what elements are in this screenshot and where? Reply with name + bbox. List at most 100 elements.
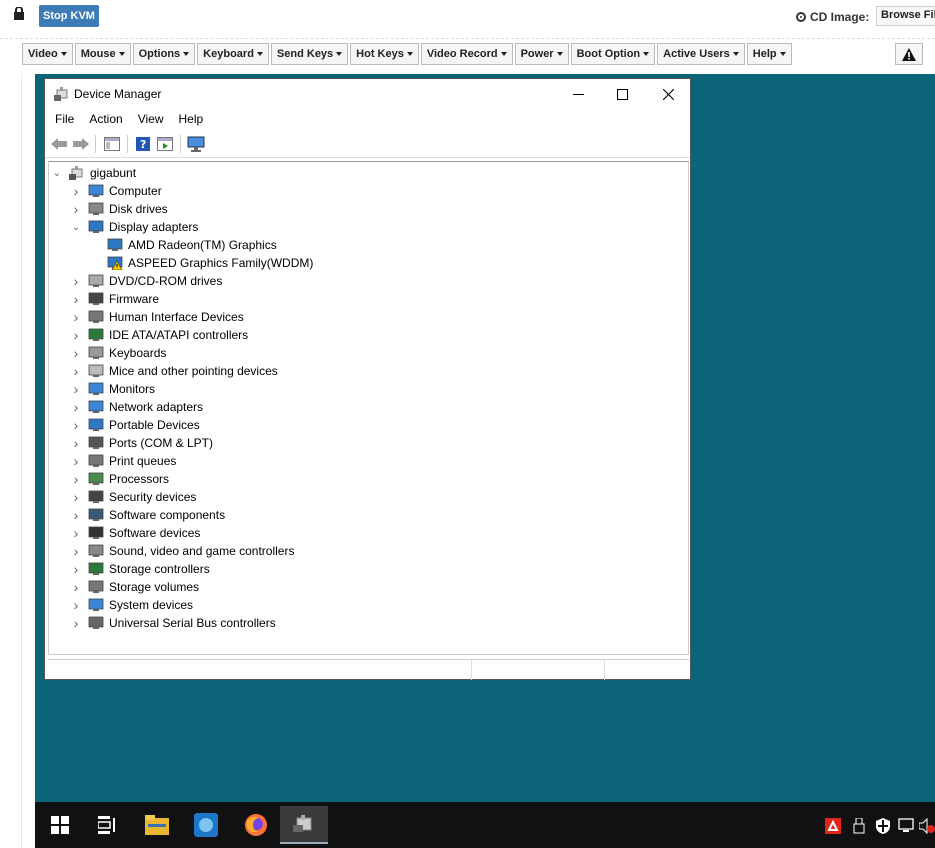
tree-item[interactable]: System devices bbox=[88, 596, 193, 614]
menu-hot-keys[interactable]: Hot Keys bbox=[350, 43, 419, 65]
menu-send-keys[interactable]: Send Keys bbox=[270, 43, 349, 65]
cd-image-text: CD Image: bbox=[810, 10, 870, 24]
expand-chevron-icon[interactable]: › bbox=[71, 308, 81, 326]
title-bar[interactable]: Device Manager bbox=[45, 79, 690, 109]
software-component-icon bbox=[88, 508, 104, 522]
expand-chevron-icon[interactable]: › bbox=[71, 596, 81, 614]
remote-app-icon[interactable] bbox=[191, 810, 221, 840]
expand-chevron-icon[interactable]: › bbox=[71, 398, 81, 416]
browse-file-button[interactable]: Browse File bbox=[876, 6, 935, 26]
show-hide-console-button[interactable] bbox=[103, 135, 121, 153]
tree-item[interactable]: Human Interface Devices bbox=[88, 308, 244, 326]
tree-item[interactable]: Security devices bbox=[88, 488, 196, 506]
tree-item[interactable]: Storage controllers bbox=[88, 560, 210, 578]
device-manager-icon bbox=[54, 87, 68, 101]
menu-view[interactable]: View bbox=[128, 109, 169, 129]
back-button[interactable] bbox=[50, 135, 68, 153]
expand-chevron-icon[interactable]: › bbox=[71, 470, 81, 488]
properties-button[interactable] bbox=[156, 135, 174, 153]
tree-root[interactable]: gigabunt bbox=[69, 164, 136, 182]
tree-item[interactable]: Mice and other pointing devices bbox=[88, 362, 278, 380]
tree-item[interactable]: Print queues bbox=[88, 452, 176, 470]
expand-chevron-icon[interactable]: › bbox=[71, 290, 81, 308]
tree-item[interactable]: Software devices bbox=[88, 524, 200, 542]
menu-action[interactable]: Action bbox=[79, 109, 127, 129]
tree-item-label: Storage volumes bbox=[109, 580, 200, 594]
kvm-top-bar: Stop KVM CD Image: Browse File bbox=[0, 0, 935, 36]
security-shield-icon[interactable] bbox=[875, 818, 891, 834]
file-explorer-icon[interactable] bbox=[142, 810, 172, 840]
expand-chevron-icon[interactable]: › bbox=[71, 434, 81, 452]
device-manager-taskbar-icon[interactable] bbox=[280, 806, 328, 844]
tree-item[interactable]: Monitors bbox=[88, 380, 155, 398]
collapse-chevron-icon[interactable]: ⌄ bbox=[71, 218, 81, 236]
tree-item[interactable]: Portable Devices bbox=[88, 416, 200, 434]
expand-chevron-icon[interactable]: › bbox=[71, 200, 81, 218]
firefox-icon[interactable] bbox=[241, 810, 271, 840]
tree-item[interactable]: Software components bbox=[88, 506, 225, 524]
expand-chevron-icon[interactable]: › bbox=[71, 452, 81, 470]
expand-chevron-icon[interactable]: › bbox=[71, 182, 81, 200]
tree-item[interactable]: Ports (COM & LPT) bbox=[88, 434, 213, 452]
tree-item[interactable]: Firmware bbox=[88, 290, 159, 308]
tree-item[interactable]: Computer bbox=[88, 182, 162, 200]
stop-kvm-button[interactable]: Stop KVM bbox=[39, 5, 99, 27]
warning-button[interactable] bbox=[895, 43, 923, 65]
expand-chevron-icon[interactable]: › bbox=[71, 416, 81, 434]
usb-icon bbox=[88, 616, 104, 630]
tree-item-label: Sound, video and game controllers bbox=[109, 544, 295, 558]
windows-start-icon[interactable] bbox=[45, 810, 75, 840]
speaker-muted-icon[interactable] bbox=[918, 817, 935, 835]
close-button[interactable] bbox=[645, 79, 691, 109]
expand-chevron-icon[interactable]: › bbox=[71, 380, 81, 398]
tree-item[interactable]: IDE ATA/ATAPI controllers bbox=[88, 326, 248, 344]
tree-item[interactable]: Processors bbox=[88, 470, 169, 488]
menu-video-record[interactable]: Video Record bbox=[420, 43, 513, 65]
menu-keyboard[interactable]: Keyboard bbox=[197, 43, 269, 65]
tree-item[interactable]: Network adapters bbox=[88, 398, 203, 416]
arrow-left-icon bbox=[51, 138, 67, 150]
collapse-chevron-icon[interactable]: ⌄ bbox=[52, 164, 62, 182]
menu-power[interactable]: Power bbox=[514, 43, 569, 65]
tree-item[interactable]: Universal Serial Bus controllers bbox=[88, 614, 276, 632]
tree-item-label: IDE ATA/ATAPI controllers bbox=[109, 328, 249, 342]
tree-subitem[interactable]: ASPEED Graphics Family(WDDM) bbox=[107, 254, 313, 272]
expand-chevron-icon[interactable]: › bbox=[71, 542, 81, 560]
expand-chevron-icon[interactable]: › bbox=[71, 614, 81, 632]
menu-help-dm[interactable]: Help bbox=[169, 109, 209, 129]
expand-chevron-icon[interactable]: › bbox=[71, 272, 81, 290]
properties-icon bbox=[157, 137, 173, 151]
network-tray-icon[interactable] bbox=[897, 818, 915, 832]
scan-hardware-button[interactable] bbox=[187, 135, 205, 153]
tree-item[interactable]: Keyboards bbox=[88, 344, 166, 362]
help-button[interactable]: ? bbox=[134, 135, 152, 153]
menu-options[interactable]: Options bbox=[132, 43, 196, 65]
minimize-button[interactable] bbox=[555, 79, 601, 109]
caret-down-icon bbox=[60, 52, 67, 56]
menu-boot-option[interactable]: Boot Option bbox=[570, 43, 656, 65]
expand-chevron-icon[interactable]: › bbox=[71, 578, 81, 596]
expand-chevron-icon[interactable]: › bbox=[71, 506, 81, 524]
expand-chevron-icon[interactable]: › bbox=[71, 344, 81, 362]
menu-video[interactable]: Video bbox=[22, 43, 73, 65]
menu-active-users[interactable]: Active Users bbox=[657, 43, 745, 65]
expand-chevron-icon[interactable]: › bbox=[71, 524, 81, 542]
amd-tray-icon[interactable] bbox=[825, 818, 841, 834]
tree-item[interactable]: Display adapters bbox=[88, 218, 198, 236]
tree-subitem[interactable]: AMD Radeon(TM) Graphics bbox=[107, 236, 277, 254]
task-view-icon[interactable] bbox=[93, 810, 123, 840]
expand-chevron-icon[interactable]: › bbox=[71, 560, 81, 578]
expand-chevron-icon[interactable]: › bbox=[71, 362, 81, 380]
menu-help[interactable]: Help bbox=[746, 43, 792, 65]
tree-item[interactable]: DVD/CD-ROM drives bbox=[88, 272, 222, 290]
menu-mouse[interactable]: Mouse bbox=[74, 43, 131, 65]
maximize-button[interactable] bbox=[599, 79, 645, 109]
tree-item[interactable]: Storage volumes bbox=[88, 578, 199, 596]
expand-chevron-icon[interactable]: › bbox=[71, 488, 81, 506]
usb-tray-icon[interactable] bbox=[853, 817, 865, 834]
expand-chevron-icon[interactable]: › bbox=[71, 326, 81, 344]
forward-button[interactable] bbox=[72, 135, 90, 153]
menu-file[interactable]: File bbox=[45, 109, 79, 129]
tree-item[interactable]: Sound, video and game controllers bbox=[88, 542, 294, 560]
tree-item[interactable]: Disk drives bbox=[88, 200, 168, 218]
